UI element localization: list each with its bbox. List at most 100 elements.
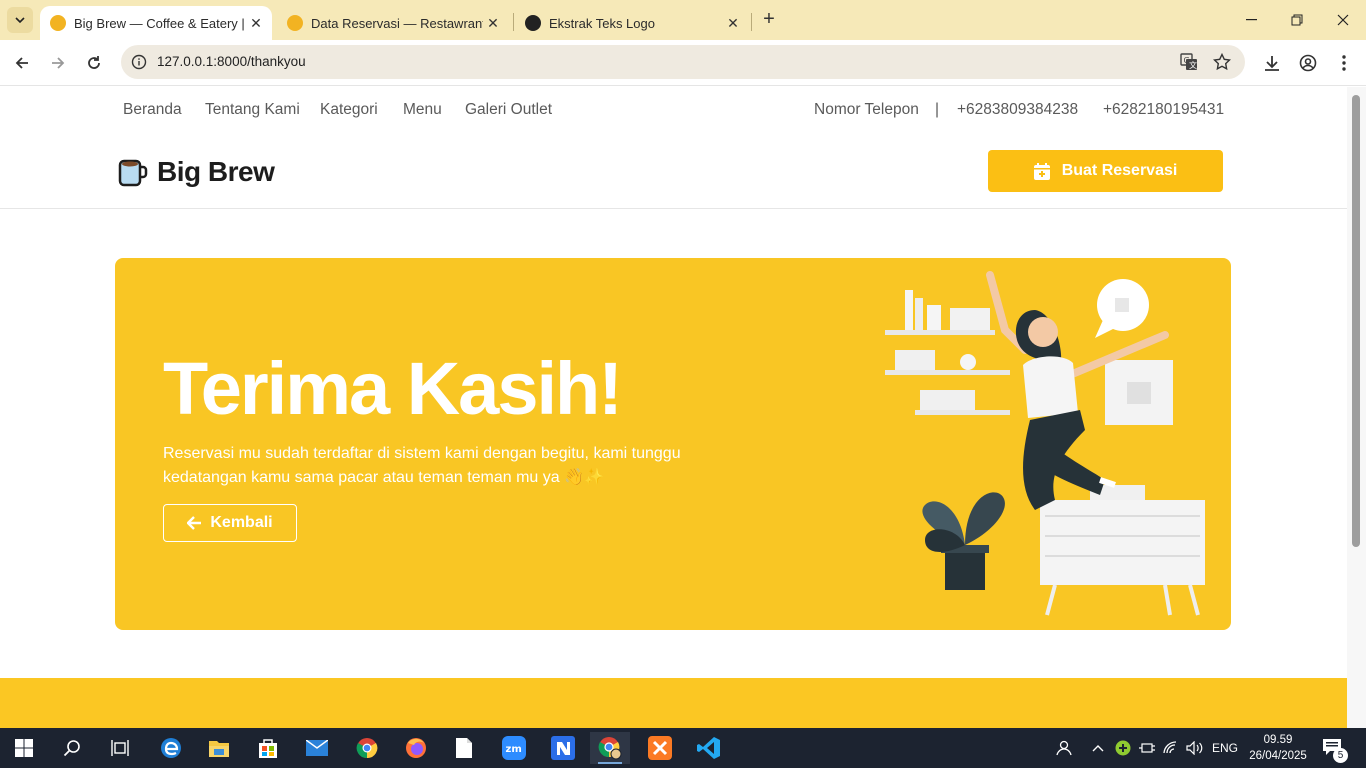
back-button[interactable] [8, 49, 36, 77]
address-bar[interactable]: 127.0.0.1:8000/thankyou G文 [121, 45, 1245, 79]
mail-icon [306, 740, 328, 756]
new-tab-button[interactable]: + [757, 8, 781, 32]
language-indicator[interactable]: ENG [1212, 728, 1238, 768]
translate-icon[interactable]: G文 [1180, 53, 1198, 71]
task-view-button[interactable] [100, 732, 140, 764]
header-divider [0, 208, 1347, 209]
site-info-icon[interactable] [131, 54, 147, 70]
profile-button[interactable] [1296, 51, 1320, 75]
close-tab-icon[interactable]: ✕ [246, 15, 266, 32]
tab-data-reservasi[interactable]: Data Reservasi — Restawrant ✕ [277, 6, 509, 40]
reload-button[interactable] [80, 49, 108, 77]
tray-app-icon[interactable] [1115, 728, 1131, 768]
volume-tray-icon[interactable] [1186, 728, 1204, 768]
nav-galeri-outlet[interactable]: Galeri Outlet [465, 101, 552, 119]
taskbar-file-explorer[interactable] [199, 732, 239, 764]
taskbar-mail[interactable] [297, 732, 337, 764]
downloads-button[interactable] [1260, 51, 1284, 75]
page-scrollbar[interactable] [1347, 87, 1366, 728]
taskbar-notepad[interactable] [444, 732, 484, 764]
phone-number-2[interactable]: +6282180195431 [1103, 101, 1224, 119]
tab-ekstrak-teks-logo[interactable]: Ekstrak Teks Logo ✕ [515, 6, 749, 40]
thank-you-hero: Terima Kasih! Reservasi mu sudah terdaft… [115, 258, 1231, 630]
search-button[interactable] [52, 732, 92, 764]
browser-toolbar: 127.0.0.1:8000/thankyou G文 [0, 40, 1366, 86]
tab-search-dropdown-button[interactable] [7, 7, 33, 33]
search-icon [63, 740, 80, 757]
wifi-icon [1163, 741, 1177, 754]
close-tab-icon[interactable]: ✕ [483, 15, 503, 32]
account-icon [1299, 54, 1317, 72]
notification-center-button[interactable]: 5 [1322, 728, 1348, 768]
close-icon [1337, 14, 1349, 26]
xampp-icon [648, 736, 672, 760]
nav-beranda[interactable]: Beranda [123, 101, 182, 119]
edge-icon [161, 738, 181, 758]
taskbar-vscode[interactable] [689, 732, 729, 764]
speaker-icon [1186, 741, 1203, 755]
n-app-icon [551, 736, 575, 760]
people-icon[interactable] [1054, 728, 1072, 768]
wifi-tray-icon[interactable] [1163, 728, 1181, 768]
kembali-button[interactable]: Kembali [163, 504, 297, 542]
nav-menu[interactable]: Menu [403, 101, 442, 119]
vscode-icon [697, 737, 720, 759]
start-button[interactable] [4, 732, 44, 764]
taskbar-firefox[interactable] [396, 732, 436, 764]
taskbar-zoom[interactable]: zm [494, 732, 534, 764]
minimize-window-button[interactable] [1228, 0, 1274, 40]
browser-menu-button[interactable] [1332, 51, 1356, 75]
kembali-label: Kembali [210, 514, 273, 531]
tab-big-brew[interactable]: Big Brew — Coffee & Eatery | R ✕ [40, 6, 272, 40]
reload-icon [88, 56, 100, 69]
tab-divider [513, 13, 514, 31]
tab-title: Big Brew — Coffee & Eatery | R [74, 15, 246, 31]
taskbar-xampp[interactable] [640, 732, 680, 764]
zoom-icon: zm [502, 736, 526, 760]
close-window-button[interactable] [1320, 0, 1366, 40]
taskbar-edge[interactable] [151, 732, 191, 764]
close-tab-icon[interactable]: ✕ [723, 15, 743, 32]
restore-window-button[interactable] [1274, 0, 1320, 40]
celebrating-woman-illustration [885, 271, 1205, 616]
windows-logo-icon [15, 739, 33, 757]
tab-divider [751, 13, 752, 31]
coffee-cup-icon [118, 159, 148, 187]
brand-name: Big Brew [157, 156, 275, 187]
brand-logo[interactable]: Big Brew [117, 156, 275, 188]
forward-button[interactable] [44, 49, 72, 77]
taskbar-chrome[interactable] [347, 732, 387, 764]
tab-title: Data Reservasi — Restawrant [311, 15, 483, 31]
svg-text:文: 文 [1189, 60, 1197, 70]
restore-icon [1291, 14, 1303, 26]
buat-reservasi-label: Buat Reservasi [1061, 162, 1178, 179]
arrow-left-icon [187, 516, 202, 530]
web-page: Beranda Tentang Kami Kategori Menu Galer… [0, 87, 1347, 728]
document-icon [456, 738, 472, 758]
big-brew-favicon-icon [50, 15, 66, 31]
system-clock[interactable]: 09.59 26/04/2025 [1248, 732, 1308, 764]
nav-kategori[interactable]: Kategori [320, 101, 378, 119]
green-plus-icon [1115, 740, 1131, 756]
buat-reservasi-button[interactable]: Buat Reservasi [988, 150, 1223, 192]
nav-tentang-kami[interactable]: Tentang Kami [205, 101, 300, 119]
notification-count-badge: 5 [1333, 748, 1348, 763]
clock-time: 09.59 [1263, 734, 1293, 746]
chrome-profile-icon [598, 737, 622, 760]
show-hidden-icons-button[interactable] [1092, 728, 1104, 768]
kebab-menu-icon [1342, 55, 1346, 71]
chrome-icon [356, 738, 378, 759]
url-text: 127.0.0.1:8000/thankyou [157, 54, 306, 69]
hero-title: Terima Kasih! [163, 347, 623, 430]
hero-message: Reservasi mu sudah terdaftar di sistem k… [163, 445, 681, 486]
phone-number-1[interactable]: +6283809384238 [957, 101, 1078, 119]
taskbar-store[interactable] [248, 732, 288, 764]
taskbar-chrome-profile[interactable] [590, 732, 630, 764]
scrollbar-thumb[interactable] [1352, 95, 1360, 547]
battery-tray-icon[interactable] [1139, 728, 1155, 768]
phone-label: Nomor Telepon [814, 101, 919, 118]
windows-taskbar: zm ENG 09.59 26/04/2025 5 [0, 728, 1366, 768]
bookmark-star-icon[interactable] [1213, 53, 1231, 71]
taskbar-notion-like-app[interactable] [543, 732, 583, 764]
chevron-up-icon [1092, 745, 1104, 752]
